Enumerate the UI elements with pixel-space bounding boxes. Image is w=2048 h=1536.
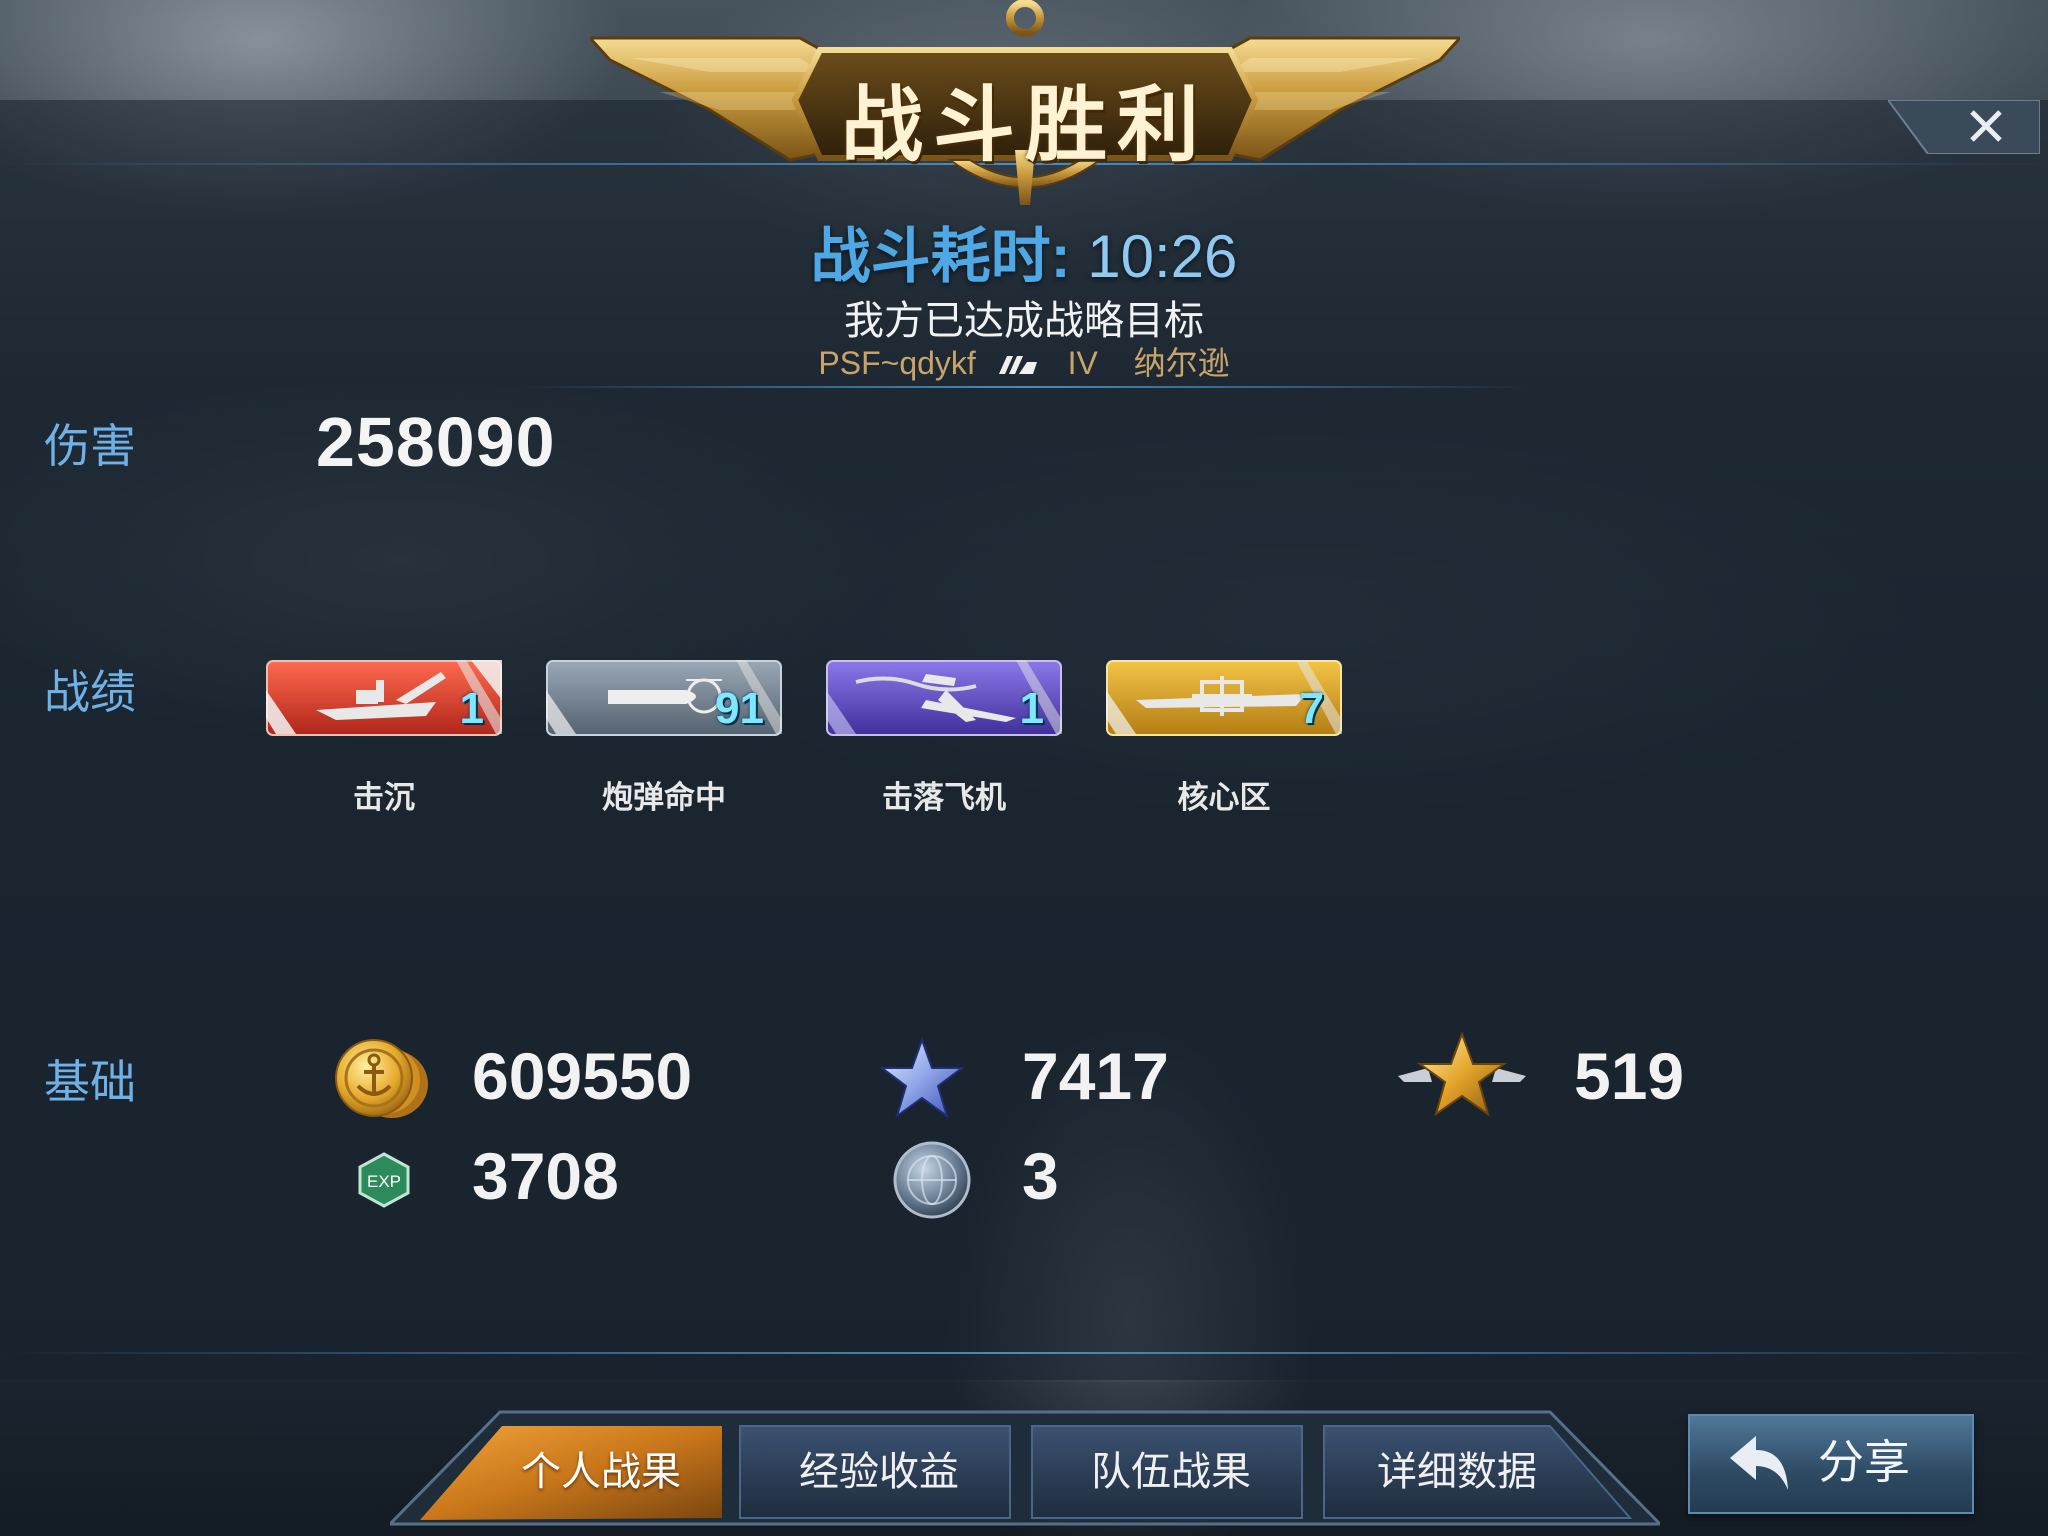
medal-shell-hits[interactable]: 91 <box>546 660 782 736</box>
medal-name: 核心区 <box>1177 780 1271 815</box>
ship-name: 纳尔逊 <box>1133 345 1230 381</box>
battle-duration: 战斗耗时: 10:26 <box>0 208 2048 295</box>
player-info: PSF~qdykf IV 纳尔逊 <box>0 338 2048 384</box>
share-button[interactable]: 分享 <box>1688 1414 1974 1514</box>
medal-core-zone[interactable]: 7 <box>1106 660 1342 736</box>
tab-detailed-data[interactable]: 详细数据 <box>1318 1426 1596 1518</box>
victory-title: 战斗胜利 <box>840 78 1209 173</box>
close-icon <box>1886 99 2041 155</box>
share-label: 分享 <box>1818 1436 1910 1488</box>
player-name: PSF~qdykf <box>818 345 976 381</box>
medal-name: 击沉 <box>353 780 415 815</box>
tab-team-results[interactable]: 队伍战果 <box>1032 1426 1310 1518</box>
exp-icon-text: EXP <box>367 1172 401 1191</box>
silver-value: 609550 <box>472 1039 693 1113</box>
medal-count: 91 <box>715 684 764 733</box>
footer-divider <box>0 1352 2048 1354</box>
share-arrow-icon <box>1730 1436 1788 1490</box>
damage-value: 258090 <box>316 403 556 481</box>
medal-name: 击落飞机 <box>882 780 1006 815</box>
winged-star-icon <box>1398 1030 1526 1127</box>
gold-star-value: 519 <box>1574 1039 1685 1113</box>
victory-emblem: 战斗胜利 <box>586 0 1464 215</box>
exp-value: 3708 <box>472 1139 619 1213</box>
close-button[interactable] <box>1886 99 2041 155</box>
medal-sink[interactable]: 1 <box>266 660 502 736</box>
ship-tier: IV <box>1067 345 1098 381</box>
basic-label: 基础 <box>44 1056 136 1108</box>
exp-icon: EXP <box>356 1152 412 1213</box>
globe-value: 3 <box>1022 1139 1059 1213</box>
tab-personal-results[interactable]: 个人战果 <box>462 1426 740 1518</box>
tab-exp-earnings[interactable]: 经验收益 <box>740 1426 1018 1518</box>
globe-coin-icon <box>892 1140 972 1225</box>
duration-label: 战斗耗时: <box>810 223 1071 290</box>
medal-count: 1 <box>1019 684 1044 733</box>
medal-count: 7 <box>1299 684 1324 733</box>
info-divider <box>520 386 1530 388</box>
medal-count: 1 <box>459 684 484 733</box>
record-label: 战绩 <box>44 666 136 718</box>
blue-star-icon <box>879 1036 965 1125</box>
damage-label: 伤害 <box>44 420 136 472</box>
blue-star-value: 7417 <box>1022 1039 1169 1113</box>
gold-coin-icon <box>332 1036 432 1127</box>
medal-aircraft-downed[interactable]: 1 <box>826 660 1062 736</box>
duration-value: 10:26 <box>1087 223 1238 290</box>
medal-name: 炮弹命中 <box>602 780 726 815</box>
ship-class-icon <box>998 347 1037 384</box>
